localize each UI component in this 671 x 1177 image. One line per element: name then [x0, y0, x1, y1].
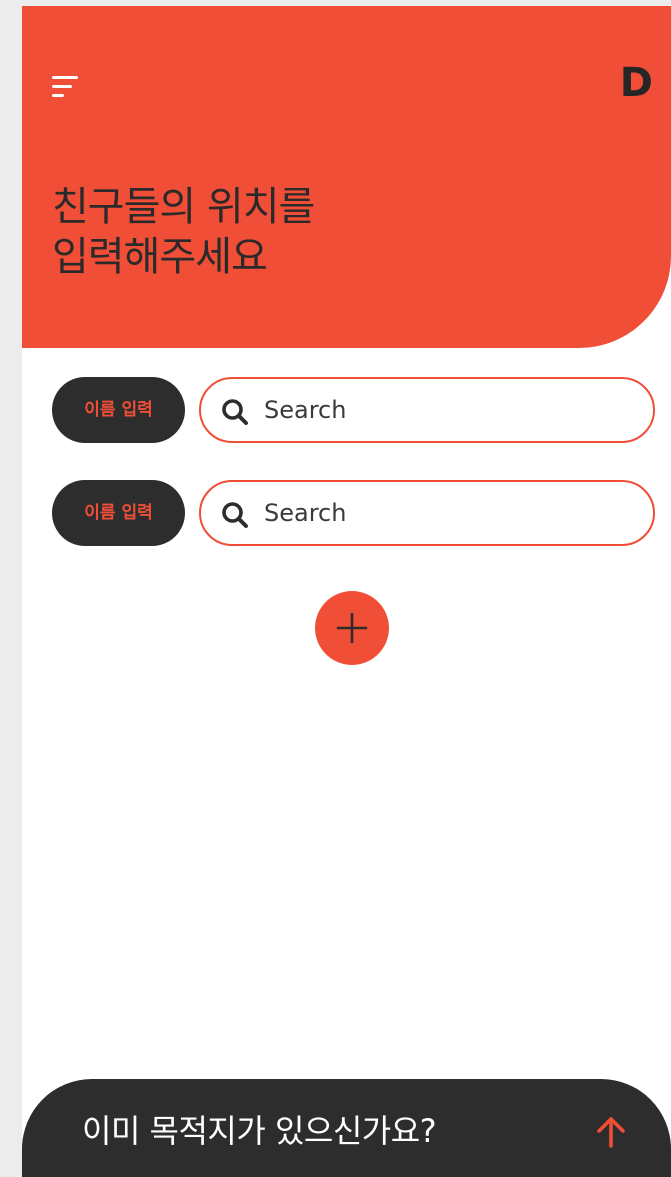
- name-input-button[interactable]: 이름 입력: [52, 377, 185, 443]
- search-icon: [222, 502, 248, 528]
- header-panel: D 친구들의 위치를 입력해주세요: [22, 6, 671, 348]
- page-title-line1: 친구들의 위치를: [52, 184, 315, 230]
- page-title-line2: 입력해주세요: [52, 234, 268, 280]
- friend-row: 이름 입력: [52, 377, 655, 443]
- arrow-up-icon[interactable]: [595, 1115, 627, 1149]
- location-search-input[interactable]: [264, 391, 634, 429]
- location-search-box[interactable]: [199, 480, 655, 546]
- page-title: 친구들의 위치를 입력해주세요: [52, 182, 315, 282]
- destination-bar[interactable]: 이미 목적지가 있으신가요?: [22, 1079, 671, 1177]
- location-search-input[interactable]: [264, 494, 634, 532]
- app-screen: D 친구들의 위치를 입력해주세요 이름 입력 이름 입력: [22, 6, 671, 1177]
- add-friend-button[interactable]: [315, 591, 389, 665]
- search-icon: [222, 399, 248, 425]
- app-logo: D: [619, 60, 653, 106]
- destination-prompt: 이미 목적지가 있으신가요?: [82, 1112, 437, 1150]
- location-search-box[interactable]: [199, 377, 655, 443]
- plus-icon: [336, 612, 368, 644]
- name-input-button[interactable]: 이름 입력: [52, 480, 185, 546]
- friend-row: 이름 입력: [52, 480, 655, 546]
- menu-icon[interactable]: [52, 74, 80, 102]
